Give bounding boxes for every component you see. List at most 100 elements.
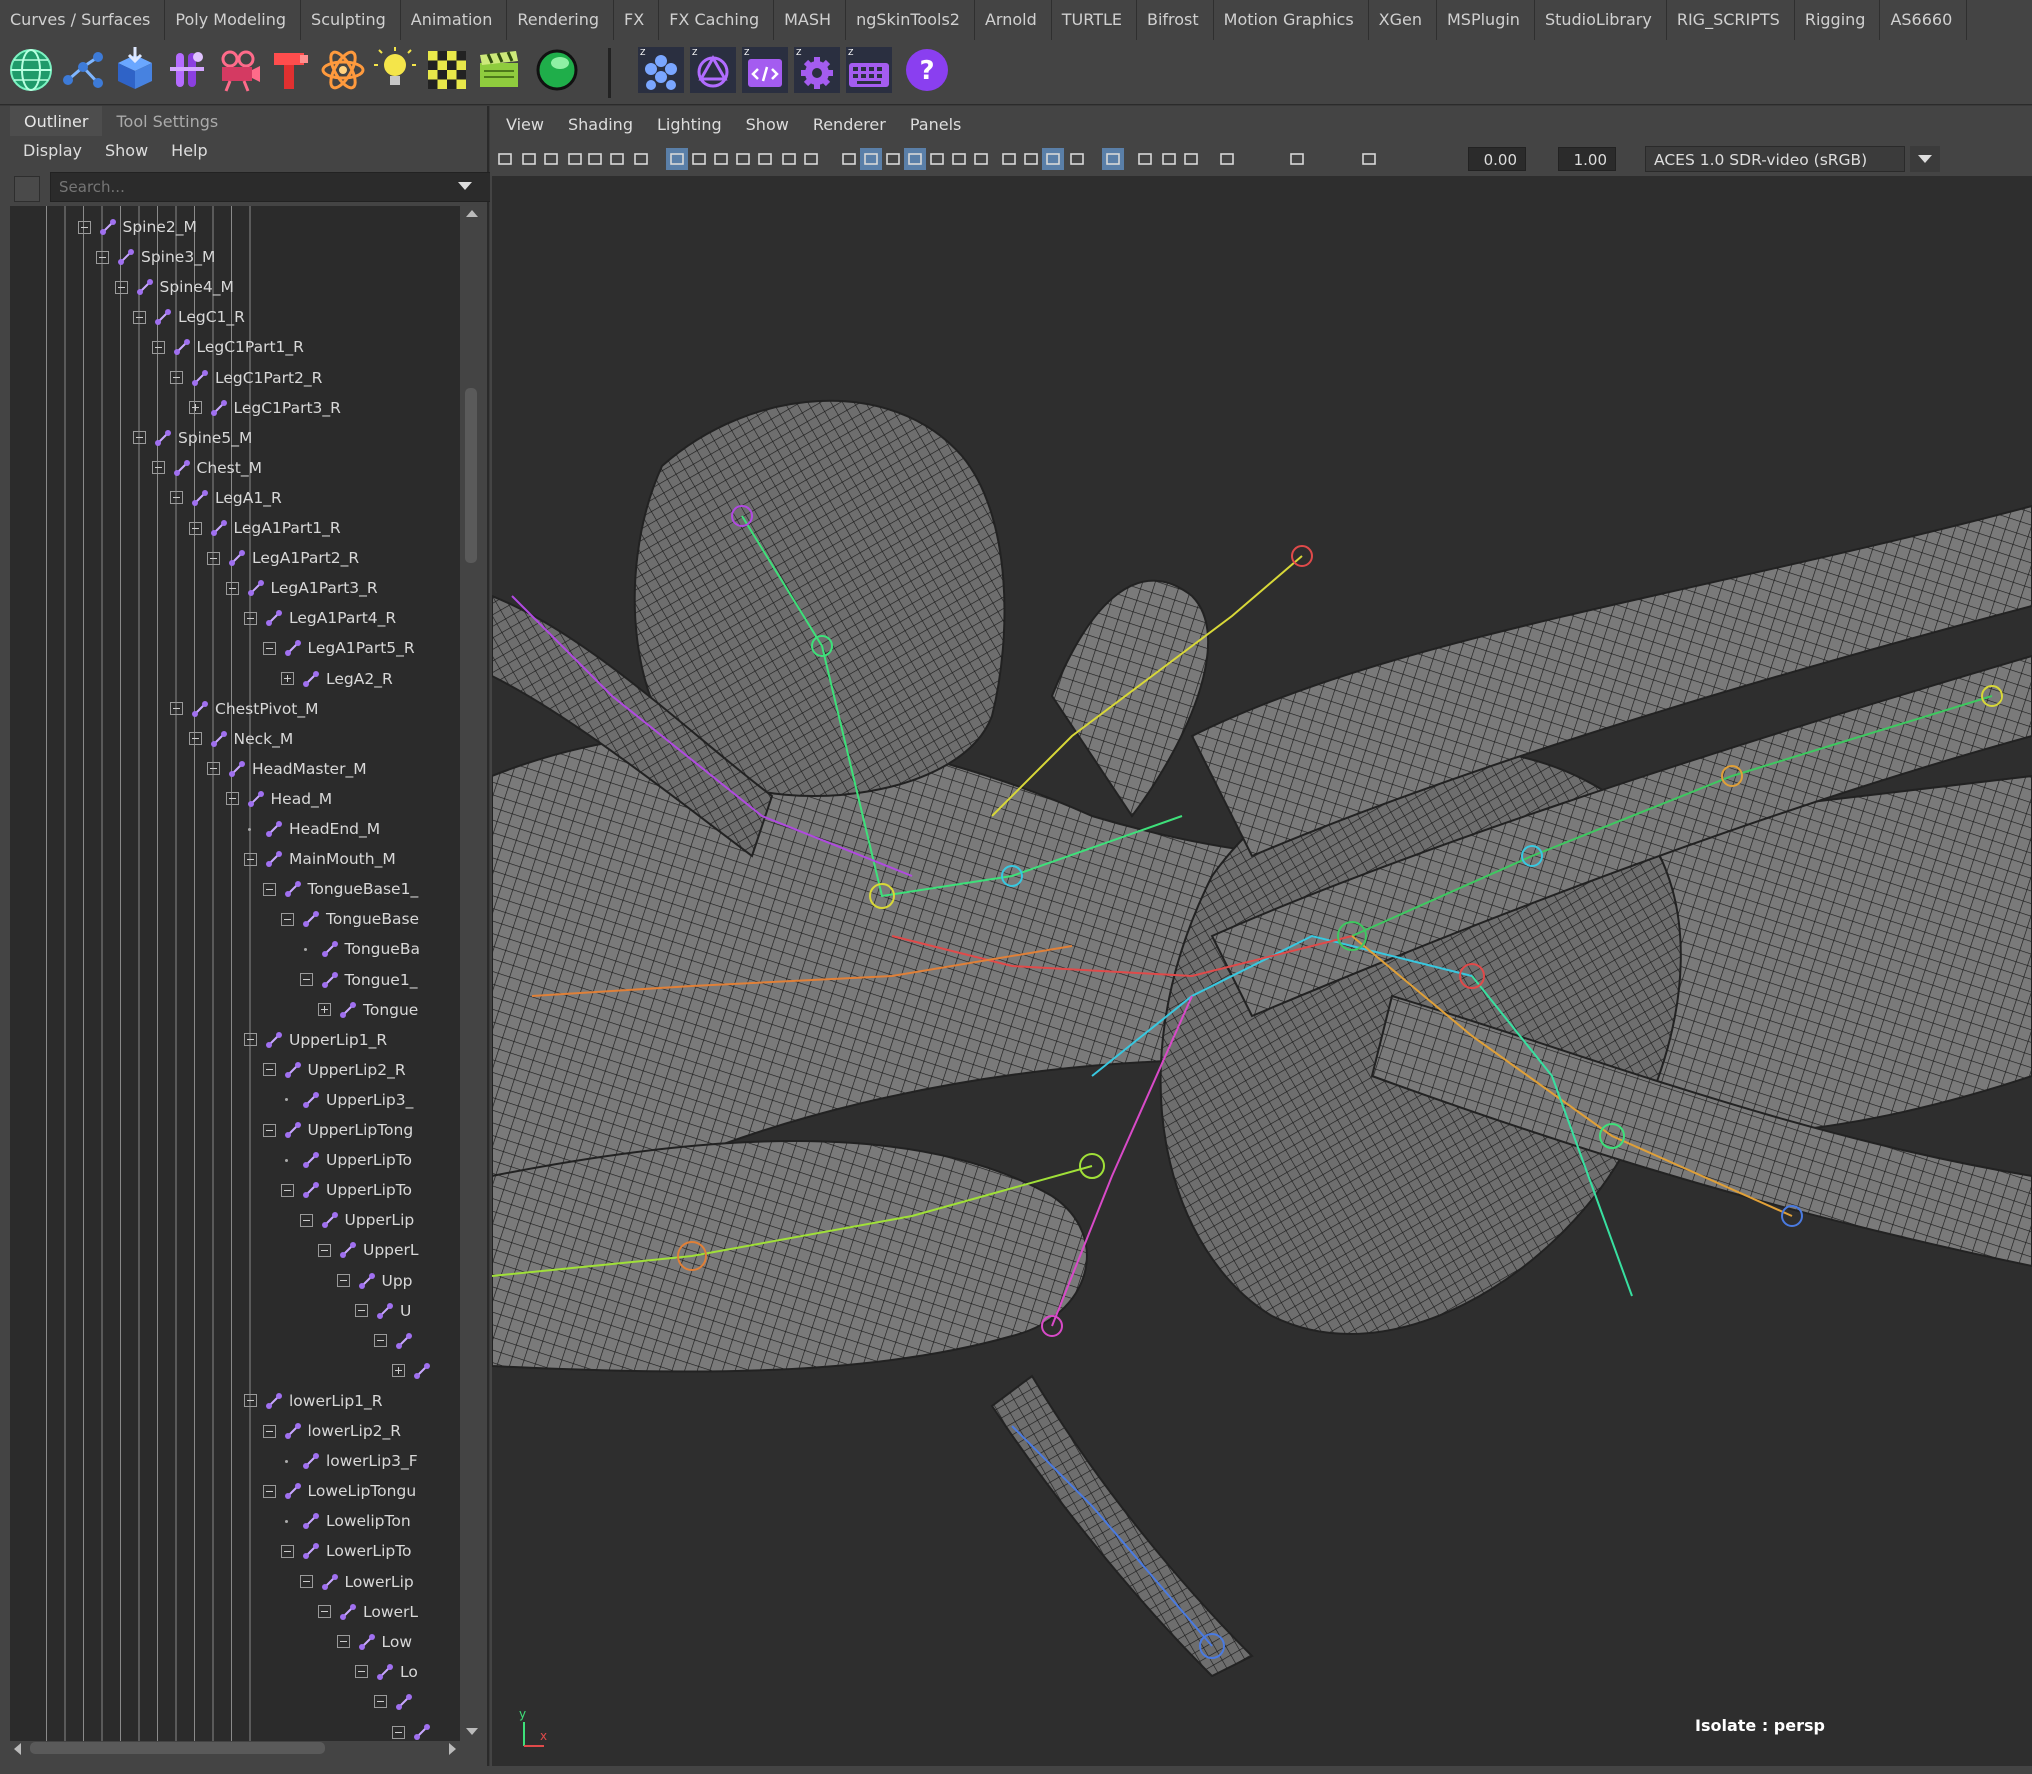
collapse-icon[interactable] <box>262 641 276 655</box>
gate-mask-icon[interactable] <box>732 148 754 170</box>
collapse-icon[interactable] <box>299 1575 313 1588</box>
tree-node[interactable]: TongueBase1_ <box>262 875 418 903</box>
shelf-tab-bifrost[interactable]: Bifrost <box>1137 0 1214 40</box>
collapse-icon[interactable] <box>373 1695 387 1709</box>
scroll-thumb-horizontal[interactable] <box>30 1742 325 1754</box>
collapse-icon[interactable] <box>262 1063 276 1077</box>
menu-renderer[interactable]: Renderer <box>797 110 886 140</box>
tree-node[interactable]: LegC1Part3_R <box>188 394 341 422</box>
collapse-icon[interactable] <box>188 521 202 535</box>
shelf-tab-mash[interactable]: MASH <box>774 0 847 40</box>
shelf-tab-ngskintools2[interactable]: ngSkinTools2 <box>846 0 975 40</box>
collapse-icon[interactable] <box>244 1394 257 1408</box>
scroll-right-icon[interactable] <box>449 1743 456 1755</box>
tree-node[interactable]: UpperLipTong <box>262 1116 413 1144</box>
atom-icon[interactable] <box>318 45 368 95</box>
collapse-icon[interactable] <box>114 280 128 294</box>
annotate-icon[interactable] <box>630 148 652 170</box>
camera-icon[interactable] <box>494 148 516 170</box>
z-honeycomb-icon[interactable]: Z <box>636 45 686 95</box>
xray-icon[interactable] <box>1134 148 1156 170</box>
lightbulb-icon[interactable] <box>370 45 420 95</box>
shelf-tab-rig-scripts[interactable]: RIG_SCRIPTS <box>1667 0 1795 40</box>
menu-help[interactable]: Help <box>148 136 207 166</box>
tree-node[interactable]: Lo <box>355 1658 418 1686</box>
tree-node[interactable]: LegA1Part3_R <box>225 574 378 602</box>
grid-icon[interactable] <box>666 148 688 170</box>
shelf-tab-rigging[interactable]: Rigging <box>1795 0 1881 40</box>
outliner-tree[interactable]: Spine2_M Spine3_M Spine4_M LegC1_R LegC1Part… <box>10 206 460 1741</box>
collapse-icon[interactable] <box>188 732 202 746</box>
lights-icon[interactable] <box>948 148 970 170</box>
z-openai-icon[interactable]: Z <box>688 45 738 95</box>
collapse-icon[interactable] <box>225 792 239 806</box>
collapse-icon[interactable] <box>77 220 91 234</box>
collapse-icon[interactable] <box>96 250 109 264</box>
color-space-chevron-down-icon[interactable] <box>1910 146 1940 172</box>
collapse-icon[interactable] <box>170 702 183 716</box>
tree-node[interactable]: LegA1Part2_R <box>207 544 359 572</box>
tree-node[interactable]: UpperLip1_R <box>244 1026 387 1054</box>
filter-icon[interactable] <box>14 176 40 202</box>
shelf-tab-msplugin[interactable]: MSPlugin <box>1437 0 1535 40</box>
tree-node[interactable]: Tongue <box>318 996 418 1024</box>
tree-node[interactable] <box>373 1327 419 1355</box>
collapse-icon[interactable] <box>392 1725 405 1739</box>
shelf-tab-fx-caching[interactable]: FX Caching <box>659 0 775 40</box>
gamma-field[interactable]: 1.00 <box>1558 147 1616 171</box>
clapper-icon[interactable] <box>474 45 524 95</box>
collapse-icon[interactable] <box>281 912 294 926</box>
collapse-icon[interactable] <box>281 1183 294 1197</box>
tree-node[interactable]: UpperLipTo <box>281 1176 412 1204</box>
shelf-tab-studiolibrary[interactable]: StudioLibrary <box>1535 0 1667 40</box>
shelf-tab-turtle[interactable]: TURTLE <box>1052 0 1137 40</box>
menu-show[interactable]: Show <box>730 110 789 140</box>
field-chart-icon[interactable] <box>754 148 776 170</box>
tree-node[interactable]: Upp <box>336 1267 413 1295</box>
tree-node[interactable]: lowerLip2_R <box>262 1417 401 1445</box>
collapse-icon[interactable] <box>262 1424 276 1438</box>
expand-icon[interactable] <box>188 401 202 415</box>
safe-action-icon[interactable] <box>778 148 800 170</box>
textured-icon[interactable] <box>926 148 948 170</box>
collapse-icon[interactable] <box>262 1484 276 1498</box>
sphere-icon[interactable] <box>532 45 582 95</box>
collapse-icon[interactable] <box>355 1665 368 1679</box>
shelf-tab-motion-graphics[interactable]: Motion Graphics <box>1214 0 1369 40</box>
tree-node[interactable]: Neck_M <box>188 725 293 753</box>
menu-lighting[interactable]: Lighting <box>641 110 722 140</box>
grease-pencil-icon[interactable] <box>584 148 606 170</box>
smooth-shade-icon[interactable] <box>860 148 882 170</box>
shelf-tab-fx[interactable]: FX <box>614 0 660 40</box>
exposure-field[interactable]: 0.00 <box>1468 147 1526 171</box>
menu-view[interactable]: View <box>490 110 544 140</box>
shelf-tab-arnold[interactable]: Arnold <box>975 0 1052 40</box>
shelf-tab-animation[interactable]: Animation <box>401 0 508 40</box>
tree-node[interactable]: Chest_M <box>151 454 262 482</box>
scroll-left-icon[interactable] <box>14 1743 21 1755</box>
tab-outliner[interactable]: Outliner <box>10 106 103 136</box>
collapse-icon[interactable] <box>170 371 183 384</box>
image-plane-icon[interactable] <box>606 148 628 170</box>
collapse-icon[interactable] <box>244 1033 257 1047</box>
tree-node[interactable]: TongueBase <box>281 905 419 933</box>
screen-space-ao-icon[interactable] <box>998 148 1020 170</box>
collapse-icon[interactable] <box>336 1274 350 1287</box>
tree-node[interactable]: LegA1Part1_R <box>188 514 341 542</box>
tree-node[interactable]: Spine2_M <box>77 213 197 241</box>
color-space-dropdown[interactable]: ACES 1.0 SDR-video (sRGB) <box>1645 146 1905 172</box>
collapse-icon[interactable] <box>151 340 165 354</box>
tree-node[interactable]: lowerLip1_R <box>244 1387 383 1415</box>
tree-node[interactable]: UpperL <box>318 1236 419 1264</box>
tree-node[interactable]: LegA1Part4_R <box>244 604 396 632</box>
motion-blur-icon[interactable] <box>1020 148 1042 170</box>
tree-node[interactable]: LegC1_R <box>133 303 245 331</box>
anti-alias-icon[interactable] <box>1042 148 1064 170</box>
isolate-select-icon[interactable] <box>1102 148 1124 170</box>
collapse-icon[interactable] <box>207 762 220 776</box>
tree-node[interactable]: LegA1Part5_R <box>262 634 415 662</box>
xray-joints-icon[interactable] <box>1158 148 1180 170</box>
camera-rig-icon[interactable] <box>214 45 264 95</box>
collapse-icon[interactable] <box>133 431 146 445</box>
wireframe-on-shaded-icon[interactable] <box>904 148 926 170</box>
